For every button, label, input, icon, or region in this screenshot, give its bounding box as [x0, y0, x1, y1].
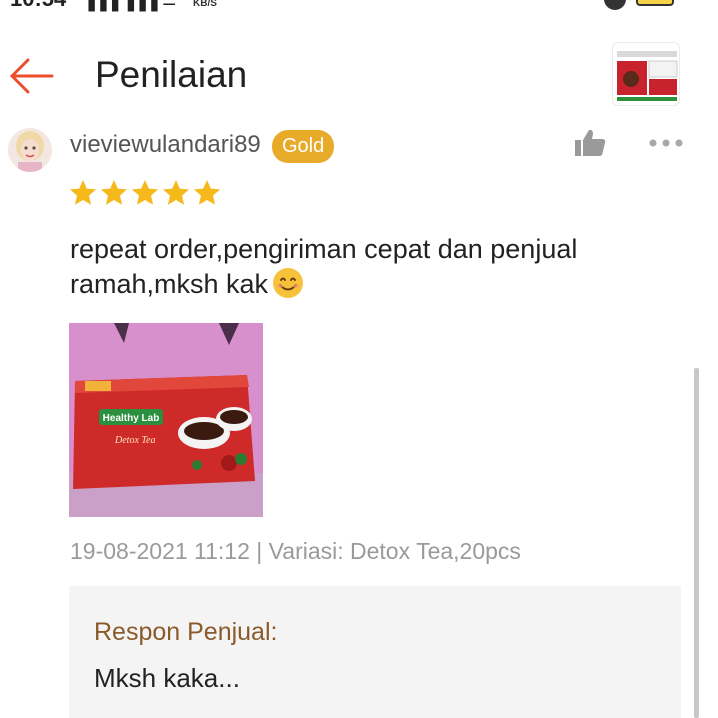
photo-brand-label: Healthy Lab [103, 413, 160, 424]
more-options-icon[interactable] [648, 138, 684, 148]
battery-icon: 74 [636, 0, 674, 6]
scrollbar[interactable] [694, 368, 699, 718]
review-meta: 19-08-2021 11:12 | Variasi: Detox Tea,20… [70, 538, 521, 564]
member-badge: Gold [272, 130, 335, 163]
network-speed: KB/S [193, 0, 217, 9]
product-thumbnail[interactable] [612, 42, 680, 106]
notification-dot-icon [604, 0, 626, 10]
status-time: 10:54 [10, 0, 66, 12]
signal-icon: ▐▐▐ ▐▐▐ [82, 0, 158, 10]
rating-stars [68, 178, 222, 208]
seller-response-label: Respon Penjual: [94, 618, 278, 646]
status-bar: 10:54 ▐▐▐ ▐▐▐ ☰ KB/S 74 [0, 0, 718, 14]
seller-response-text: Mksh kaka... [94, 663, 240, 693]
star-icon [163, 180, 189, 205]
smiling-face-emoji-icon [273, 268, 304, 298]
thumbs-up-icon[interactable] [573, 128, 607, 158]
star-icon [194, 180, 220, 205]
photo-product-label: Detox Tea [114, 435, 155, 446]
seller-response-box: Respon Penjual: Mksh kaka... [69, 586, 681, 718]
review-text-content: repeat order,pengiriman cepat dan penjua… [70, 234, 578, 299]
product-thumbnail-image [617, 51, 678, 101]
review-photo[interactable]: Healthy Lab Detox Tea [69, 323, 263, 517]
avatar[interactable] [8, 128, 52, 172]
review-text: repeat order,pengiriman cepat dan penjua… [70, 232, 670, 302]
review-username: vieviewulandari89 [70, 131, 261, 158]
star-icon [132, 180, 158, 205]
header: Penilaian [0, 40, 718, 110]
star-icon [70, 180, 96, 205]
star-icon [101, 180, 127, 205]
wifi-icon: ☰ [162, 0, 177, 9]
page-title: Penilaian [95, 54, 248, 95]
arrow-left-icon[interactable] [8, 56, 54, 96]
